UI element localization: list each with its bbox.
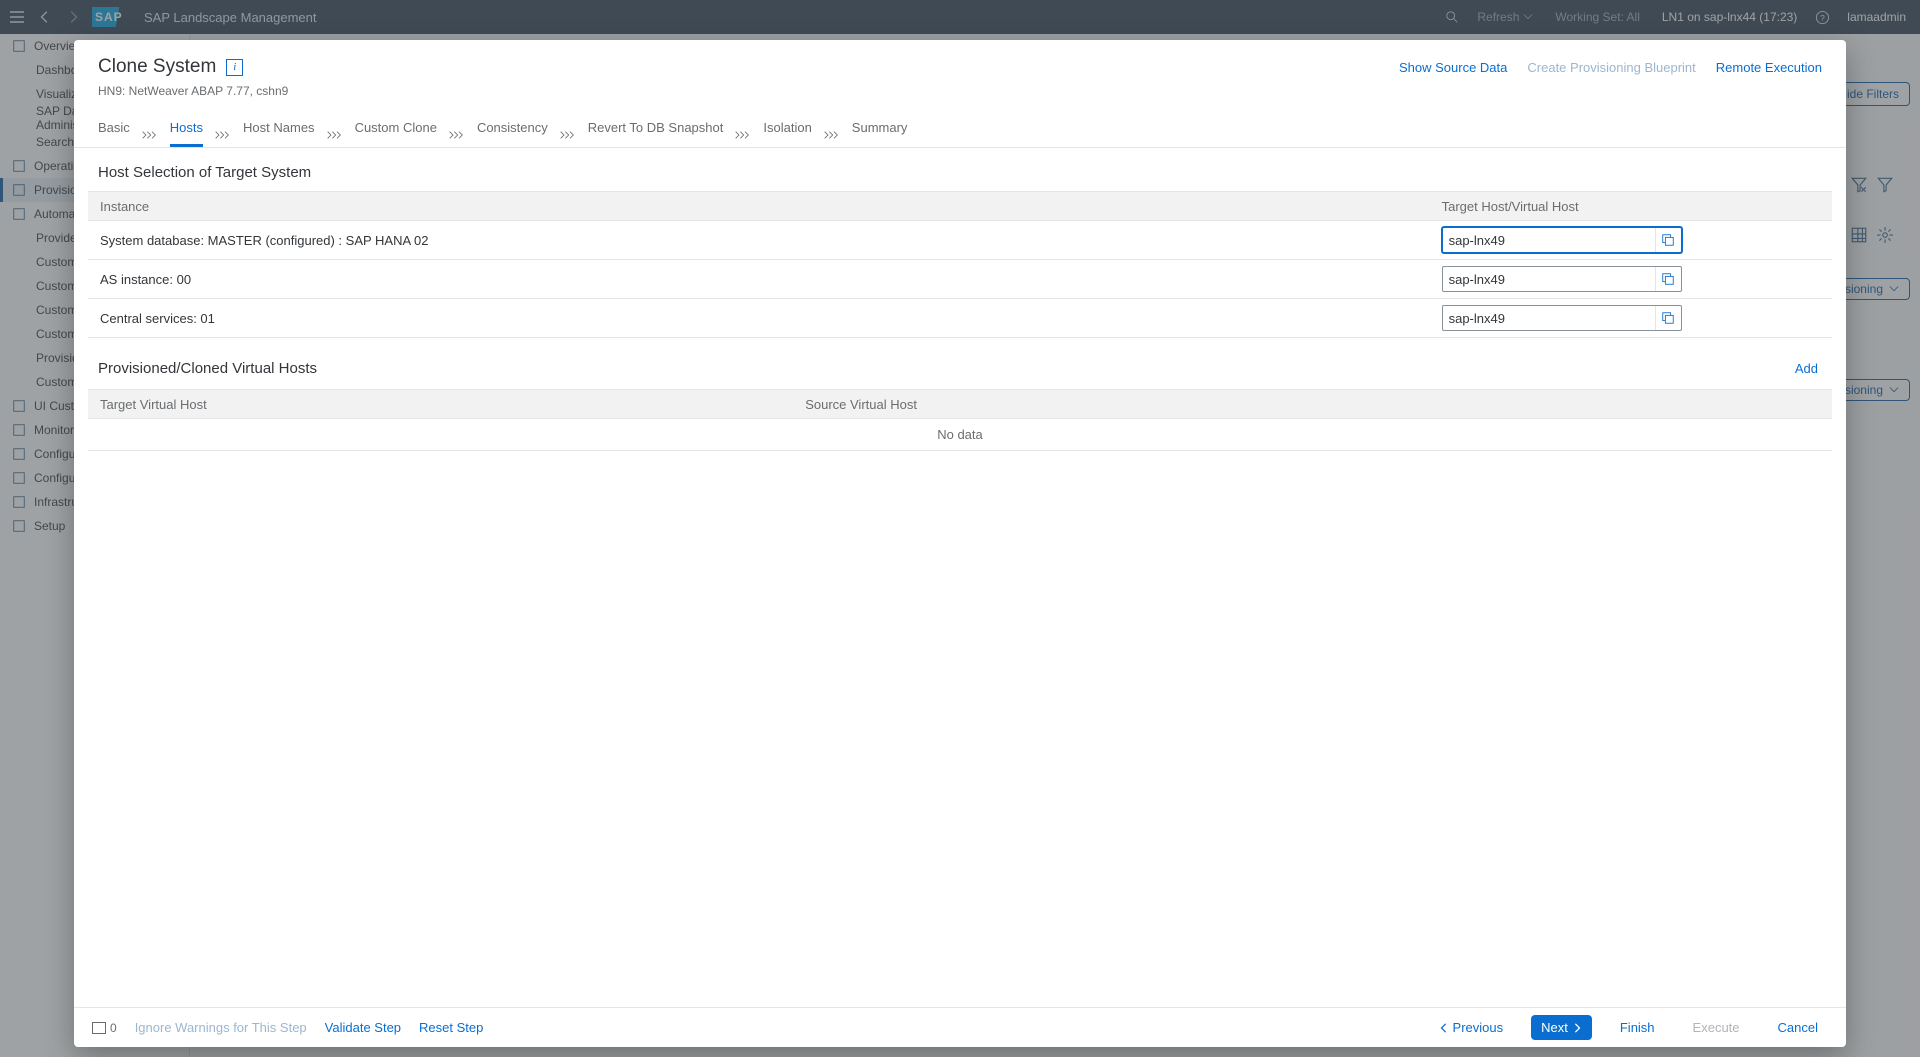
target-host-input-group	[1442, 266, 1682, 292]
clone-system-dialog: Clone System i Show Source Data Create P…	[74, 40, 1846, 1047]
chevrons-right-icon	[327, 129, 343, 147]
value-help-icon[interactable]	[1655, 306, 1681, 330]
instance-cell: Central services: 01	[100, 311, 1442, 326]
reset-step-link[interactable]: Reset Step	[419, 1020, 483, 1035]
chevrons-right-icon	[824, 129, 840, 147]
execute-button: Execute	[1683, 1015, 1750, 1040]
validate-step-link[interactable]: Validate Step	[325, 1020, 401, 1035]
wizard-step[interactable]: Custom Clone	[355, 110, 437, 147]
target-host-input-group	[1442, 305, 1682, 331]
instance-cell: System database: MASTER (configured) : S…	[100, 233, 1442, 248]
wizard-step[interactable]: Basic	[98, 110, 130, 147]
dialog-body: Host Selection of Target System Instance…	[74, 148, 1846, 1007]
remote-execution-link[interactable]: Remote Execution	[1716, 60, 1822, 75]
dialog-header-actions: Show Source Data Create Provisioning Blu…	[1399, 60, 1822, 75]
target-host-input[interactable]	[1443, 233, 1655, 248]
cancel-button[interactable]: Cancel	[1768, 1015, 1828, 1040]
message-count[interactable]: 0	[92, 1021, 117, 1035]
wizard-step[interactable]: Hosts	[170, 110, 203, 147]
section2-header-row: Target Virtual Host Source Virtual Host	[88, 389, 1832, 419]
section2-nodata: No data	[88, 419, 1832, 451]
dialog-header: Clone System i Show Source Data Create P…	[74, 40, 1846, 106]
value-help-icon[interactable]	[1655, 228, 1681, 252]
show-source-data-link[interactable]: Show Source Data	[1399, 60, 1507, 75]
section1-title: Host Selection of Target System	[88, 148, 1832, 191]
instance-row: AS instance: 00	[88, 260, 1832, 299]
target-host-input[interactable]	[1443, 272, 1655, 287]
target-host-input[interactable]	[1443, 311, 1655, 326]
previous-button[interactable]: Previous	[1429, 1015, 1514, 1040]
add-virtual-host-link[interactable]: Add	[1795, 351, 1832, 376]
instance-row: System database: MASTER (configured) : S…	[88, 221, 1832, 260]
col-source-virtual-host: Source Virtual Host	[805, 397, 1820, 412]
chevrons-right-icon	[449, 129, 465, 147]
wizard-steps: Basic Hosts Host Names Custom Clone Consiste…	[74, 106, 1846, 148]
instance-row: Central services: 01	[88, 299, 1832, 338]
dialog-subtitle: HN9: NetWeaver ABAP 7.77, cshn9	[98, 84, 1822, 98]
message-box-icon	[92, 1022, 106, 1034]
chevrons-right-icon	[560, 129, 576, 147]
wizard-step[interactable]: Host Names	[243, 110, 315, 147]
instance-cell: AS instance: 00	[100, 272, 1442, 287]
dialog-footer: 0 Ignore Warnings for This Step Validate…	[74, 1007, 1846, 1047]
chevrons-right-icon	[735, 129, 751, 147]
info-icon[interactable]: i	[226, 59, 243, 76]
section2-title: Provisioned/Cloned Virtual Hosts	[88, 338, 327, 389]
ignore-warnings-link: Ignore Warnings for This Step	[135, 1020, 307, 1035]
target-host-input-group	[1442, 227, 1682, 253]
section1-header-row: Instance Target Host/Virtual Host	[88, 191, 1832, 221]
col-target-virtual-host: Target Virtual Host	[100, 397, 805, 412]
chevrons-right-icon	[215, 129, 231, 147]
col-instance: Instance	[100, 199, 1442, 214]
col-target-host: Target Host/Virtual Host	[1442, 199, 1820, 214]
modal-overlay: Clone System i Show Source Data Create P…	[0, 0, 1920, 1057]
create-blueprint-link: Create Provisioning Blueprint	[1527, 60, 1695, 75]
wizard-step[interactable]: Consistency	[477, 110, 548, 147]
value-help-icon[interactable]	[1655, 267, 1681, 291]
wizard-step[interactable]: Revert To DB Snapshot	[588, 110, 724, 147]
chevrons-right-icon	[142, 129, 158, 147]
wizard-step[interactable]: Isolation	[763, 110, 811, 147]
finish-button[interactable]: Finish	[1610, 1015, 1665, 1040]
wizard-step[interactable]: Summary	[852, 110, 908, 147]
dialog-title: Clone System	[98, 56, 216, 78]
next-button[interactable]: Next	[1531, 1015, 1592, 1040]
